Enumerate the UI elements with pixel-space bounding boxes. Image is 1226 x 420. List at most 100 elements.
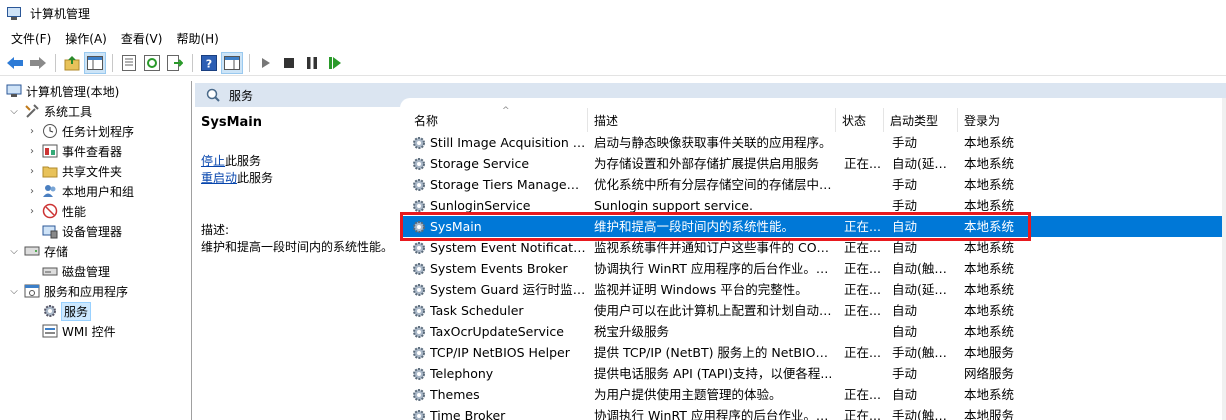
chevron-down-icon[interactable]: ⌵ — [8, 285, 20, 297]
service-row[interactable]: Storage Tiers Managem... 优化系统中所有分层存储空间的存储… — [400, 174, 1226, 195]
service-name-cell: Task Scheduler — [430, 303, 524, 318]
start-service-icon[interactable] — [255, 52, 277, 74]
properties-icon[interactable] — [118, 52, 140, 74]
chevron-right-icon[interactable]: › — [26, 205, 38, 217]
service-row[interactable]: SunloginService Sunlogin support service.… — [400, 195, 1226, 216]
tree-item-label: 任务计划程序 — [62, 124, 135, 139]
column-header-logon[interactable]: 登录为 — [958, 108, 1028, 132]
column-header-name[interactable]: 名称 ^ — [408, 106, 588, 132]
menu-action[interactable]: 操作(A) — [58, 30, 114, 47]
service-row[interactable]: Themes 为用户提供使用主题管理的体验。 正在... 自动 本地系统 — [400, 384, 1226, 405]
service-row[interactable]: Storage Service 为存储设置和外部存储扩展提供启用服务 正在... 自动… — [400, 153, 1226, 174]
service-row[interactable]: System Guard 运行时监视... 监视并证明 Windows 平台的完整… — [400, 279, 1226, 300]
service-description-cell: Sunlogin support service. — [594, 198, 753, 213]
show-hide-tree-icon[interactable] — [84, 51, 106, 74]
chevron-right-icon[interactable]: › — [26, 145, 38, 157]
service-gear-icon — [411, 387, 427, 403]
tree-item-device-manager[interactable]: 设备管理器 — [42, 221, 122, 241]
service-description-cell: 为存储设置和外部存储扩展提供启用服务 — [594, 156, 820, 171]
tree-item-services-apps[interactable]: ⌵ 服务和应用程序 — [8, 281, 128, 301]
sort-ascending-icon: ^ — [502, 106, 510, 116]
window-title: 计算机管理 — [30, 6, 91, 21]
event-viewer-icon — [42, 143, 58, 159]
service-row[interactable]: Task Scheduler 使用户可以在此计算机上配置和计划自动任... 正在..… — [400, 300, 1226, 321]
show-hide-action-pane-icon[interactable] — [221, 51, 243, 74]
service-startup-type-cell: 自动 — [892, 303, 918, 318]
tree-item-label: 计算机管理(本地) — [26, 84, 120, 99]
menu-file[interactable]: 文件(F) — [4, 30, 58, 47]
chevron-right-icon[interactable]: › — [26, 165, 38, 177]
service-row[interactable]: Time Broker 协调执行 WinRT 应用程序的后台作业。如... 正在..… — [400, 405, 1226, 420]
service-gear-icon — [411, 177, 427, 193]
service-status-cell: 正在... — [844, 261, 881, 276]
search-icon — [205, 87, 221, 103]
tree-item-system-tools[interactable]: ⌵ 系统工具 — [8, 101, 92, 121]
tree-item-wmi[interactable]: WMI 控件 — [42, 321, 116, 341]
chevron-right-icon[interactable]: › — [26, 125, 38, 137]
tree-item-storage[interactable]: ⌵ 存储 — [8, 241, 68, 261]
service-startup-type-cell: 手动(触发... — [892, 345, 956, 360]
tree-item-task-scheduler[interactable]: › 任务计划程序 — [26, 121, 134, 141]
service-logon-cell: 本地服务 — [964, 345, 1015, 360]
tree-item-disk-management[interactable]: 磁盘管理 — [42, 261, 110, 281]
tree-item-performance[interactable]: › 性能 — [26, 201, 86, 221]
toolbar-separator — [192, 53, 193, 72]
chevron-down-icon[interactable]: ⌵ — [8, 245, 20, 257]
title-bar: 计算机管理 — [0, 0, 1226, 26]
service-row[interactable]: System Events Broker 协调执行 WinRT 应用程序的后台作业… — [400, 258, 1226, 279]
service-status-cell — [844, 363, 884, 384]
panel-title: 服务 — [229, 88, 254, 103]
service-startup-type-cell: 自动(延迟... — [892, 156, 956, 171]
up-folder-icon[interactable] — [61, 52, 83, 74]
service-logon-cell: 本地系统 — [964, 156, 1015, 171]
service-startup-type-cell: 自动(触发... — [892, 261, 956, 276]
pause-service-icon[interactable] — [301, 52, 323, 74]
service-row[interactable]: SysMain 维护和提高一段时间内的系统性能。 正在... 自动 本地系统 — [400, 216, 1226, 237]
resume-service-icon[interactable] — [324, 52, 346, 74]
tree-item-local-users[interactable]: › 本地用户和组 — [26, 181, 134, 201]
service-row[interactable]: Telephony 提供电话服务 API (TAPI)支持，以便各程... 手动 网络… — [400, 363, 1226, 384]
service-gear-icon — [411, 156, 427, 172]
chevron-right-icon[interactable]: › — [26, 185, 38, 197]
stop-service-link[interactable]: 停止 — [201, 154, 225, 168]
service-name-cell: System Guard 运行时监视... — [430, 282, 586, 297]
restart-service-link[interactable]: 重启动 — [201, 171, 237, 185]
service-row[interactable]: System Event Notification... 监视系统事件并通知订户这… — [400, 237, 1226, 258]
tree-item-services[interactable]: 服务 — [42, 301, 92, 321]
service-row[interactable]: TaxOcrUpdateService 税宝升级服务 自动 本地系统 — [400, 321, 1226, 342]
service-row[interactable]: Still Image Acquisition Ev... 启动与静态映像获取事件… — [400, 132, 1226, 153]
service-startup-type-cell: 手动 — [892, 177, 918, 192]
tree-item-event-viewer[interactable]: › 事件查看器 — [26, 141, 122, 161]
column-header-row: 名称 ^ 描述 状态 启动类型 登录为 — [400, 106, 1226, 132]
service-status-cell: 正在... — [844, 240, 881, 255]
column-header-description[interactable]: 描述 — [588, 108, 836, 132]
back-arrow-icon[interactable] — [4, 52, 26, 74]
help-icon[interactable]: ? — [198, 52, 220, 74]
service-startup-type-cell: 自动 — [892, 240, 918, 255]
service-status-cell: 正在... — [844, 156, 881, 171]
stop-service-icon[interactable] — [278, 52, 300, 74]
tree-item-shared-folders[interactable]: › 共享文件夹 — [26, 161, 122, 181]
restart-service-suffix: 此服务 — [237, 171, 274, 185]
tree-item-computer-management[interactable]: 计算机管理(本地) — [6, 81, 119, 101]
chevron-down-icon[interactable]: ⌵ — [8, 105, 20, 117]
service-status-cell — [844, 321, 884, 342]
vertical-scrollbar[interactable] — [1222, 98, 1226, 420]
service-name-cell: System Events Broker — [430, 261, 568, 276]
services-apps-icon — [24, 283, 40, 299]
service-description-cell: 监视系统事件并通知订户这些事件的 COM... — [594, 240, 834, 255]
column-header-startup-type[interactable]: 启动类型 — [884, 108, 958, 132]
service-description-cell: 提供电话服务 API (TAPI)支持，以便各程... — [594, 366, 833, 381]
restart-service-line: 重启动此服务 — [201, 169, 273, 186]
menu-view[interactable]: 查看(V) — [114, 30, 170, 47]
service-name-cell: Time Broker — [430, 408, 506, 420]
tree-item-label: 设备管理器 — [62, 224, 123, 239]
tools-icon — [24, 103, 40, 119]
service-startup-type-cell: 手动 — [892, 366, 918, 381]
menu-help[interactable]: 帮助(H) — [169, 30, 225, 47]
column-header-status[interactable]: 状态 — [836, 108, 884, 132]
refresh-icon[interactable] — [141, 52, 163, 74]
service-row[interactable]: TCP/IP NetBIOS Helper 提供 TCP/IP (NetBT) 服… — [400, 342, 1226, 363]
forward-arrow-icon[interactable] — [27, 52, 49, 74]
export-list-icon[interactable] — [164, 52, 186, 74]
